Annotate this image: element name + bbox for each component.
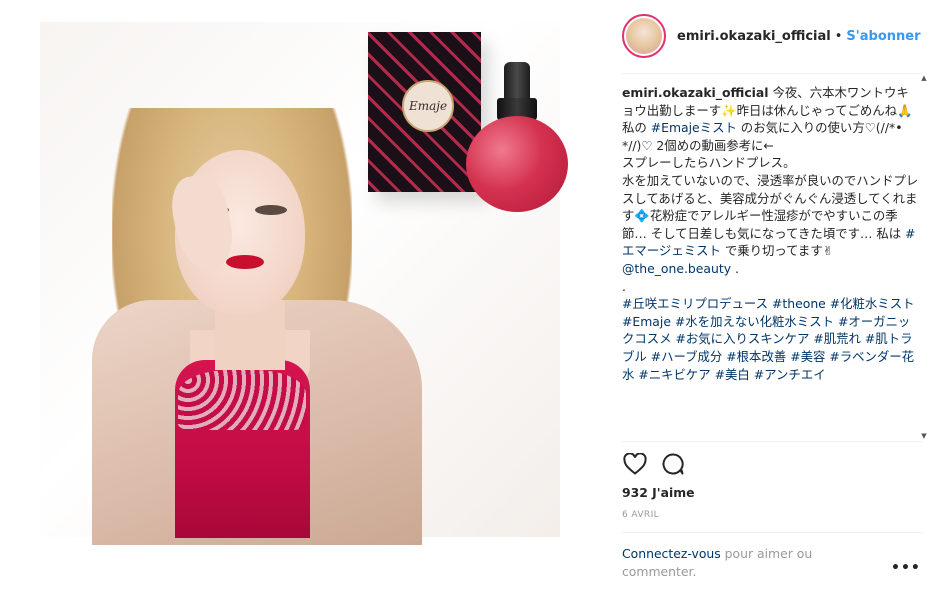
caption-text-2: 昨日は休んじゃってごめんね bbox=[736, 102, 898, 118]
post-panel: emiri.okazaki_official • S'abonner emiri… bbox=[603, 0, 927, 592]
pray-emoji-icon: 🙏 bbox=[897, 102, 913, 118]
hashtag-link[interactable]: #theone bbox=[772, 296, 826, 311]
heart-icon bbox=[623, 453, 647, 475]
hashtag-link[interactable]: #アンチエイ bbox=[754, 367, 826, 382]
footer-divider bbox=[622, 532, 922, 533]
hashtag-link[interactable]: #化粧水ミスト bbox=[830, 296, 915, 311]
hashtag-link[interactable]: #肌荒れ bbox=[813, 331, 861, 346]
hashtag-link[interactable]: #水を加えない化粧水ミスト bbox=[675, 314, 834, 329]
scroll-down-arrow-icon[interactable]: ▼ bbox=[921, 432, 927, 440]
caption: emiri.okazaki_official 今夜、六本木ワントウキョウ出勤しまー… bbox=[622, 84, 920, 383]
post-image[interactable]: Emaje bbox=[0, 0, 603, 592]
bottle-body bbox=[466, 116, 568, 212]
bottle-cap bbox=[504, 62, 530, 100]
hashtag-link[interactable]: #美白 bbox=[715, 367, 750, 382]
hashtag-list: #丘咲エミリプロデュース #theone #化粧水ミスト #Emaje #水を加… bbox=[622, 296, 914, 381]
lips bbox=[226, 255, 264, 269]
caption-text-3: 私の bbox=[622, 120, 651, 136]
caption-username[interactable]: emiri.okazaki_official bbox=[622, 85, 769, 100]
hand-emoji-icon: ✌ bbox=[822, 243, 834, 259]
post-date: 6 AVRIL bbox=[622, 510, 660, 520]
caption-divider bbox=[622, 441, 922, 442]
header-separator: • bbox=[834, 28, 843, 44]
hashtag-link[interactable]: #根本改善 bbox=[726, 349, 786, 364]
post-header: emiri.okazaki_official • S'abonner bbox=[622, 12, 922, 60]
hashtag-link[interactable]: #Emajeミスト bbox=[651, 120, 737, 135]
header-divider bbox=[622, 73, 922, 74]
login-link[interactable]: Connectez-vous bbox=[622, 546, 721, 561]
diamond-emoji-icon: 💠 bbox=[634, 208, 650, 224]
hashtag-link[interactable]: #お気に入りスキンケア bbox=[676, 331, 810, 346]
more-options-button[interactable]: ••• bbox=[891, 560, 921, 576]
scroll-track[interactable] bbox=[921, 82, 927, 432]
mention-link[interactable]: @the_one.beauty bbox=[622, 261, 731, 276]
hashtag-link[interactable]: #丘咲エミリプロデュース bbox=[622, 296, 768, 311]
mention-suffix: . bbox=[731, 260, 739, 276]
avatar-image bbox=[626, 18, 662, 54]
likes-count[interactable]: 932 J'aime bbox=[622, 485, 695, 500]
product-logo: Emaje bbox=[408, 99, 448, 113]
comment-icon bbox=[662, 453, 684, 475]
caption-line-spray: スプレーしたらハンドプレス。 bbox=[622, 155, 796, 171]
hashtag-link[interactable]: #Emaje bbox=[622, 314, 671, 329]
caption-scroll-area[interactable]: emiri.okazaki_official 今夜、六本木ワントウキョウ出勤しまー… bbox=[622, 84, 920, 440]
avatar[interactable] bbox=[622, 14, 666, 58]
caption-line-pollen: 花粉症でアレルギー性湿疹がでやすいこの季節… そして日差しも気になってきた頃です… bbox=[622, 208, 906, 241]
header-username[interactable]: emiri.okazaki_official bbox=[677, 29, 831, 44]
comment-button[interactable] bbox=[660, 451, 686, 477]
hashtag-link[interactable]: #ニキビケア bbox=[638, 367, 710, 382]
right-eye bbox=[255, 205, 287, 215]
caption-line-end: で乗り切ってます bbox=[720, 243, 823, 259]
sparkles-emoji-icon: ✨ bbox=[721, 102, 737, 118]
hashtag-link[interactable]: #ハーブ成分 bbox=[651, 349, 723, 364]
action-bar bbox=[622, 451, 922, 477]
login-prompt: Connectez-vous pour aimer ou commenter. bbox=[622, 545, 872, 581]
lace bbox=[178, 370, 306, 430]
scroll-up-arrow-icon[interactable]: ▲ bbox=[921, 74, 927, 82]
hashtag-link[interactable]: #美容 bbox=[790, 349, 825, 364]
product-box-label: Emaje bbox=[402, 80, 454, 132]
caption-dot: . bbox=[622, 278, 626, 294]
caption-scrollbar[interactable]: ▲ ▼ bbox=[921, 74, 927, 440]
follow-button[interactable]: S'abonner bbox=[846, 29, 920, 44]
like-button[interactable] bbox=[622, 451, 648, 477]
